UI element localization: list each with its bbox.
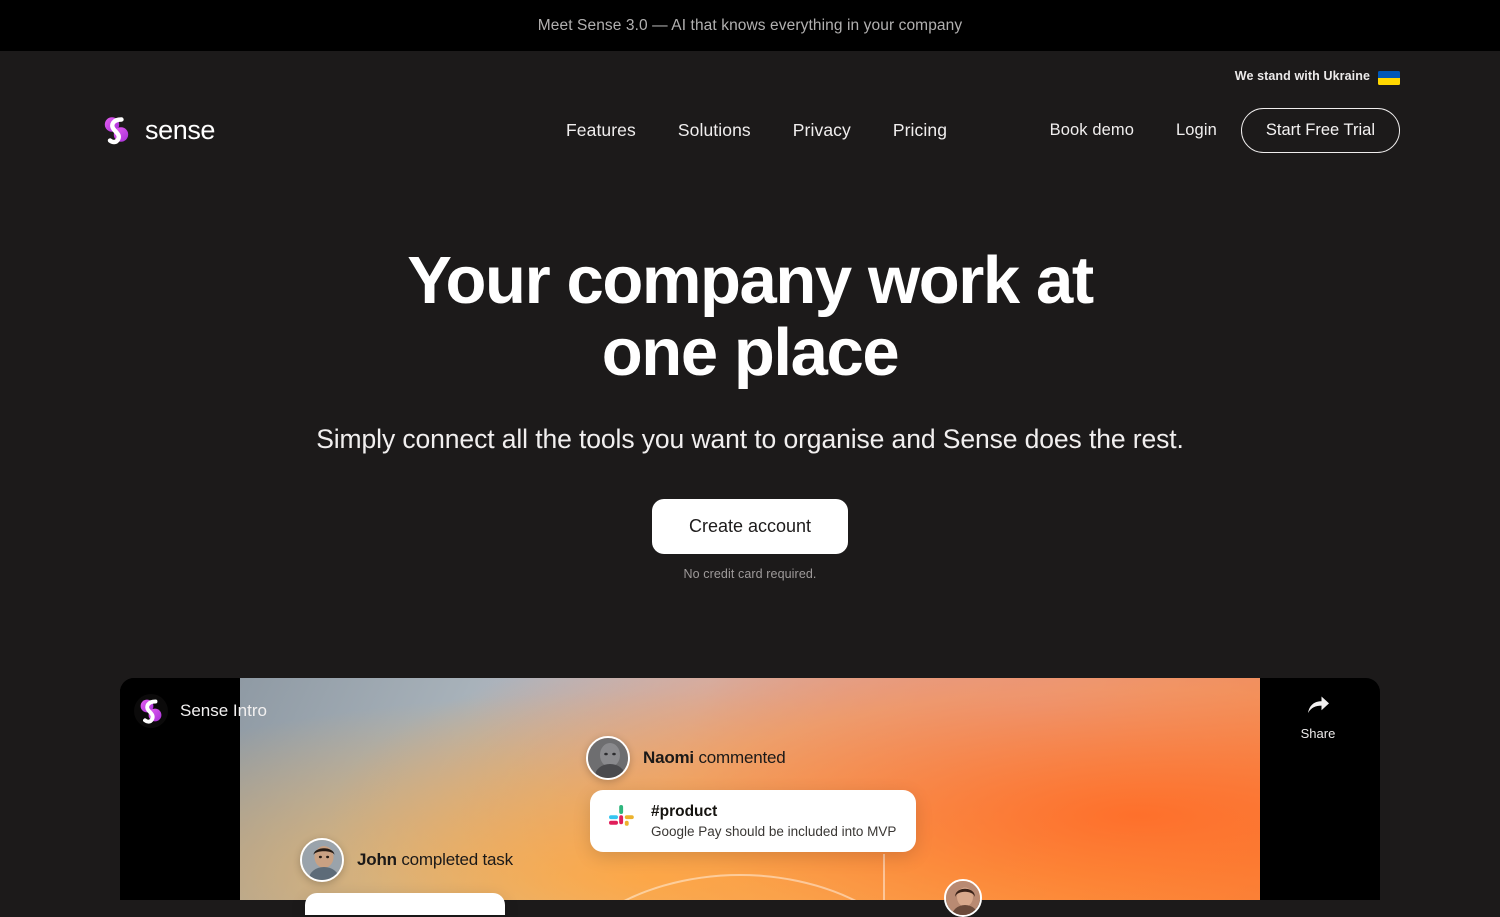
nav-item-solutions[interactable]: Solutions bbox=[678, 120, 751, 141]
page-title: Your company work at one place bbox=[0, 245, 1500, 389]
hero-title-line-2: one place bbox=[601, 315, 900, 390]
nav-item-pricing[interactable]: Pricing bbox=[893, 120, 947, 141]
header-actions: Book demo Login Start Free Trial bbox=[1050, 87, 1400, 173]
event-user-name: John bbox=[357, 850, 397, 869]
video-title: Sense Intro bbox=[180, 701, 267, 720]
ukraine-support-text: We stand with Ukraine bbox=[1234, 69, 1370, 83]
book-demo-link[interactable]: Book demo bbox=[1050, 121, 1134, 140]
slack-icon bbox=[606, 802, 638, 839]
ukraine-support-banner: We stand with Ukraine bbox=[0, 51, 1500, 87]
hero-subtitle: Simply connect all the tools you want to… bbox=[316, 424, 1184, 454]
activity-event-text: Naomi commented bbox=[643, 748, 786, 768]
hero-title-line-1: Your company work at bbox=[407, 243, 1094, 318]
logo-wordmark: sense bbox=[145, 114, 216, 145]
partial-avatar-bottom-right bbox=[944, 879, 982, 917]
activity-event-john: John completed task bbox=[300, 838, 513, 882]
start-free-trial-button[interactable]: Start Free Trial bbox=[1240, 107, 1400, 153]
partial-card-bottom-left bbox=[305, 893, 505, 915]
share-label: Share bbox=[1300, 726, 1336, 741]
activity-event-naomi: Naomi commented bbox=[586, 736, 786, 780]
primary-navigation: Features Solutions Privacy Pricing bbox=[566, 87, 947, 173]
create-account-button[interactable]: Create account bbox=[651, 499, 849, 554]
slack-card-body: #product Google Pay should be included i… bbox=[651, 803, 896, 839]
site-header: sense Features Solutions Privacy Pricing… bbox=[0, 87, 1500, 173]
decorative-connector-line bbox=[883, 854, 885, 900]
share-button[interactable]: Share bbox=[1282, 694, 1354, 741]
login-link[interactable]: Login bbox=[1176, 121, 1217, 140]
share-arrow-icon bbox=[1305, 694, 1331, 721]
event-user-name: Naomi bbox=[643, 748, 694, 767]
player-title-row: Sense Intro bbox=[134, 694, 267, 728]
event-action: commented bbox=[698, 748, 786, 767]
hero-note: No credit card required. bbox=[683, 567, 817, 581]
sense-s-logo-icon bbox=[134, 694, 168, 728]
slack-channel-name: #product bbox=[651, 802, 718, 820]
slack-message-text: Google Pay should be included into MVP bbox=[651, 823, 897, 839]
ukraine-flag-icon bbox=[1378, 71, 1400, 85]
nav-item-features[interactable]: Features bbox=[566, 120, 636, 141]
john-avatar bbox=[300, 838, 344, 882]
announcement-bar[interactable]: Meet Sense 3.0 — AI that knows everythin… bbox=[0, 0, 1500, 51]
decorative-ring bbox=[540, 874, 940, 900]
announcement-text: Meet Sense 3.0 — AI that knows everythin… bbox=[537, 16, 963, 34]
sense-s-logo-icon bbox=[100, 113, 134, 147]
video-player[interactable]: Sense Intro Share Naomi commented #produ… bbox=[120, 678, 1380, 900]
activity-event-text: John completed task bbox=[357, 850, 513, 870]
hero-section: Your company work at one place Simply co… bbox=[0, 173, 1500, 582]
naomi-avatar bbox=[586, 736, 630, 780]
nav-item-privacy[interactable]: Privacy bbox=[793, 120, 851, 141]
event-action: completed task bbox=[401, 850, 513, 869]
logo[interactable]: sense bbox=[100, 113, 215, 147]
slack-message-card[interactable]: #product Google Pay should be included i… bbox=[590, 790, 917, 852]
